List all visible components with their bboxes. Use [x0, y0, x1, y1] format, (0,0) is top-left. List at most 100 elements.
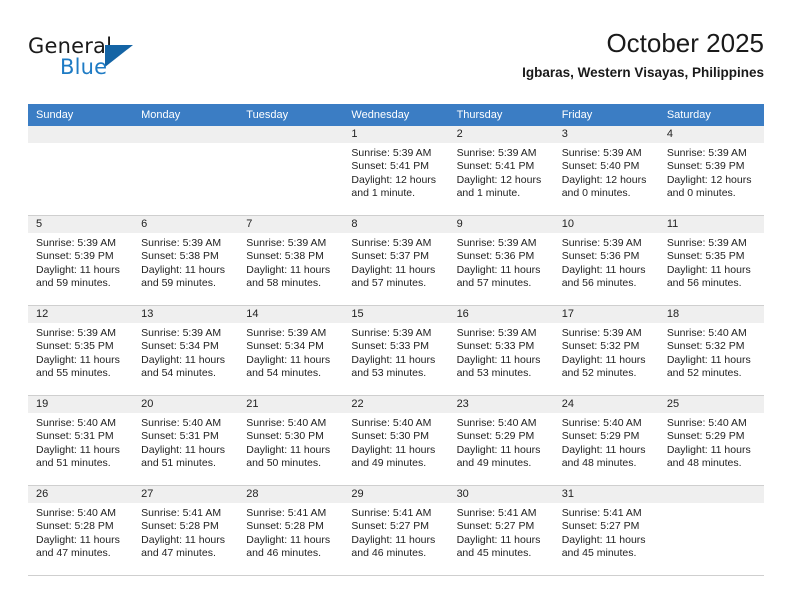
sunrise-text: Sunrise: 5:39 AM — [561, 237, 642, 249]
day-details: Sunrise: 5:39 AM Sunset: 5:36 PM Daylight:… — [554, 233, 659, 291]
sunrise-text: Sunrise: 5:39 AM — [561, 327, 642, 339]
daylight-text: Daylight: 12 hours and 0 minutes. — [666, 173, 752, 200]
day-cell[interactable]: 5 Sunrise: 5:39 AM Sunset: 5:39 PM Daylight… — [28, 216, 134, 305]
day-cell[interactable]: 30 Sunrise: 5:41 AM Sunset: 5:27 PM Dayligh… — [448, 486, 554, 575]
day-cell[interactable]: 3 Sunrise: 5:39 AM Sunset: 5:40 PM Daylight… — [553, 126, 659, 215]
day-cell[interactable]: 14 Sunrise: 5:39 AM Sunset: 5:34 PM Dayligh… — [238, 306, 344, 395]
day-details: Sunrise: 5:41 AM Sunset: 5:28 PM Daylight:… — [238, 503, 343, 561]
day-cell[interactable]: 29 Sunrise: 5:41 AM Sunset: 5:27 PM Dayligh… — [343, 486, 449, 575]
sunset-text: Sunset: 5:35 PM — [36, 340, 114, 353]
day-details: Sunrise: 5:39 AM Sunset: 5:34 PM Daylight:… — [238, 323, 343, 381]
day-cell-empty — [238, 126, 344, 215]
daylight-text: Daylight: 11 hours and 46 minutes. — [351, 533, 436, 560]
daylight-text: Daylight: 11 hours and 55 minutes. — [36, 353, 120, 380]
day-number: 7 — [238, 216, 344, 233]
daylight-text: Daylight: 11 hours and 59 minutes. — [36, 263, 120, 290]
day-details: Sunrise: 5:39 AM Sunset: 5:38 PM Daylight:… — [133, 233, 238, 291]
day-cell[interactable]: 11 Sunrise: 5:39 AM Sunset: 5:35 PM Dayligh… — [658, 216, 764, 305]
day-details: Sunrise: 5:39 AM Sunset: 5:38 PM Daylight:… — [238, 233, 343, 291]
day-number: 24 — [553, 396, 659, 413]
sunrise-text: Sunrise: 5:39 AM — [246, 237, 327, 249]
sunrise-text: Sunrise: 5:39 AM — [351, 147, 432, 159]
sunset-text: Sunset: 5:28 PM — [246, 520, 324, 533]
day-cell[interactable]: 6 Sunrise: 5:39 AM Sunset: 5:38 PM Daylight… — [133, 216, 239, 305]
day-number: 8 — [343, 216, 449, 233]
sunset-text: Sunset: 5:29 PM — [456, 430, 535, 443]
daylight-text: Daylight: 11 hours and 58 minutes. — [246, 263, 331, 290]
sunrise-text: Sunrise: 5:39 AM — [351, 327, 432, 339]
day-number: 3 — [553, 126, 659, 143]
sunrise-text: Sunrise: 5:39 AM — [666, 147, 747, 159]
day-cell[interactable]: 24 Sunrise: 5:40 AM Sunset: 5:29 PM Dayligh… — [553, 396, 659, 485]
sunset-text: Sunset: 5:41 PM — [456, 160, 535, 173]
day-cell[interactable]: 31 Sunrise: 5:41 AM Sunset: 5:27 PM Dayligh… — [553, 486, 659, 575]
sunrise-text: Sunrise: 5:40 AM — [666, 417, 747, 429]
day-cell[interactable]: 25 Sunrise: 5:40 AM Sunset: 5:29 PM Dayligh… — [658, 396, 764, 485]
day-details: Sunrise: 5:40 AM Sunset: 5:29 PM Daylight:… — [554, 413, 659, 471]
daylight-text: Daylight: 11 hours and 45 minutes. — [561, 533, 646, 560]
sunrise-text: Sunrise: 5:40 AM — [141, 417, 222, 429]
day-cell[interactable]: 10 Sunrise: 5:39 AM Sunset: 5:36 PM Dayligh… — [553, 216, 659, 305]
day-number: 13 — [133, 306, 239, 323]
sunrise-text: Sunrise: 5:40 AM — [666, 327, 747, 339]
day-cell[interactable]: 2 Sunrise: 5:39 AM Sunset: 5:41 PM Daylight… — [448, 126, 554, 215]
day-number — [28, 126, 134, 143]
sunset-text: Sunset: 5:36 PM — [561, 250, 640, 263]
calendar-week-row: 12 Sunrise: 5:39 AM Sunset: 5:35 PM Dayligh… — [28, 306, 764, 396]
day-number: 25 — [658, 396, 764, 413]
day-cell[interactable]: 20 Sunrise: 5:40 AM Sunset: 5:31 PM Dayligh… — [133, 396, 239, 485]
day-number: 14 — [238, 306, 344, 323]
sunrise-text: Sunrise: 5:39 AM — [36, 327, 116, 339]
day-cell[interactable]: 18 Sunrise: 5:40 AM Sunset: 5:32 PM Dayligh… — [658, 306, 764, 395]
brand-logo[interactable]: General Blue — [28, 34, 198, 88]
day-cell[interactable]: 1 Sunrise: 5:39 AM Sunset: 5:41 PM Daylight… — [343, 126, 449, 215]
day-cell[interactable]: 9 Sunrise: 5:39 AM Sunset: 5:36 PM Daylight… — [448, 216, 554, 305]
sunrise-text: Sunrise: 5:40 AM — [36, 417, 116, 429]
day-number: 6 — [133, 216, 239, 233]
sunset-text: Sunset: 5:36 PM — [456, 250, 535, 263]
day-cell[interactable]: 15 Sunrise: 5:39 AM Sunset: 5:33 PM Dayligh… — [343, 306, 449, 395]
sunset-text: Sunset: 5:29 PM — [561, 430, 640, 443]
day-cell[interactable]: 4 Sunrise: 5:39 AM Sunset: 5:39 PM Daylight… — [658, 126, 764, 215]
sunset-text: Sunset: 5:35 PM — [666, 250, 745, 263]
day-cell[interactable]: 7 Sunrise: 5:39 AM Sunset: 5:38 PM Daylight… — [238, 216, 344, 305]
day-cell[interactable]: 22 Sunrise: 5:40 AM Sunset: 5:30 PM Dayligh… — [343, 396, 449, 485]
sunset-text: Sunset: 5:31 PM — [36, 430, 114, 443]
day-details: Sunrise: 5:39 AM Sunset: 5:41 PM Daylight:… — [449, 143, 554, 201]
sunset-text: Sunset: 5:37 PM — [351, 250, 430, 263]
sunrise-text: Sunrise: 5:41 AM — [456, 507, 537, 519]
sunset-text: Sunset: 5:33 PM — [456, 340, 535, 353]
day-cell[interactable]: 26 Sunrise: 5:40 AM Sunset: 5:28 PM Dayligh… — [28, 486, 134, 575]
day-cell-empty — [133, 126, 239, 215]
sunrise-text: Sunrise: 5:41 AM — [351, 507, 432, 519]
day-cell[interactable]: 28 Sunrise: 5:41 AM Sunset: 5:28 PM Dayligh… — [238, 486, 344, 575]
day-cell[interactable]: 21 Sunrise: 5:40 AM Sunset: 5:30 PM Dayligh… — [238, 396, 344, 485]
day-details: Sunrise: 5:40 AM Sunset: 5:30 PM Daylight:… — [343, 413, 448, 471]
day-cell[interactable]: 23 Sunrise: 5:40 AM Sunset: 5:29 PM Dayligh… — [448, 396, 554, 485]
page-header: General Blue October 2025 Igbaras, Weste… — [28, 26, 764, 98]
day-details: Sunrise: 5:40 AM Sunset: 5:32 PM Daylight:… — [659, 323, 764, 381]
day-cell[interactable]: 19 Sunrise: 5:40 AM Sunset: 5:31 PM Dayligh… — [28, 396, 134, 485]
weekday-header-row: Sunday Monday Tuesday Wednesday Thursday… — [28, 104, 764, 126]
sunrise-text: Sunrise: 5:39 AM — [666, 237, 747, 249]
day-number: 18 — [658, 306, 764, 323]
day-details: Sunrise: 5:39 AM Sunset: 5:35 PM Daylight:… — [659, 233, 764, 291]
day-details: Sunrise: 5:39 AM Sunset: 5:33 PM Daylight:… — [343, 323, 448, 381]
day-number: 31 — [553, 486, 659, 503]
day-cell[interactable]: 8 Sunrise: 5:39 AM Sunset: 5:37 PM Daylight… — [343, 216, 449, 305]
daylight-text: Daylight: 11 hours and 49 minutes. — [456, 443, 541, 470]
day-cell[interactable]: 16 Sunrise: 5:39 AM Sunset: 5:33 PM Dayligh… — [448, 306, 554, 395]
day-details: Sunrise: 5:40 AM Sunset: 5:29 PM Daylight:… — [659, 413, 764, 471]
day-cell[interactable]: 13 Sunrise: 5:39 AM Sunset: 5:34 PM Dayligh… — [133, 306, 239, 395]
sunset-text: Sunset: 5:32 PM — [666, 340, 745, 353]
day-number: 9 — [448, 216, 554, 233]
daylight-text: Daylight: 11 hours and 52 minutes. — [561, 353, 646, 380]
day-cell[interactable]: 17 Sunrise: 5:39 AM Sunset: 5:32 PM Dayligh… — [553, 306, 659, 395]
sunset-text: Sunset: 5:31 PM — [141, 430, 219, 443]
day-cell-empty — [28, 126, 134, 215]
title-block: October 2025 Igbaras, Western Visayas, P… — [522, 26, 764, 82]
sunset-text: Sunset: 5:41 PM — [351, 160, 430, 173]
sunset-text: Sunset: 5:38 PM — [141, 250, 219, 263]
day-cell[interactable]: 12 Sunrise: 5:39 AM Sunset: 5:35 PM Dayligh… — [28, 306, 134, 395]
day-cell[interactable]: 27 Sunrise: 5:41 AM Sunset: 5:28 PM Dayligh… — [133, 486, 239, 575]
